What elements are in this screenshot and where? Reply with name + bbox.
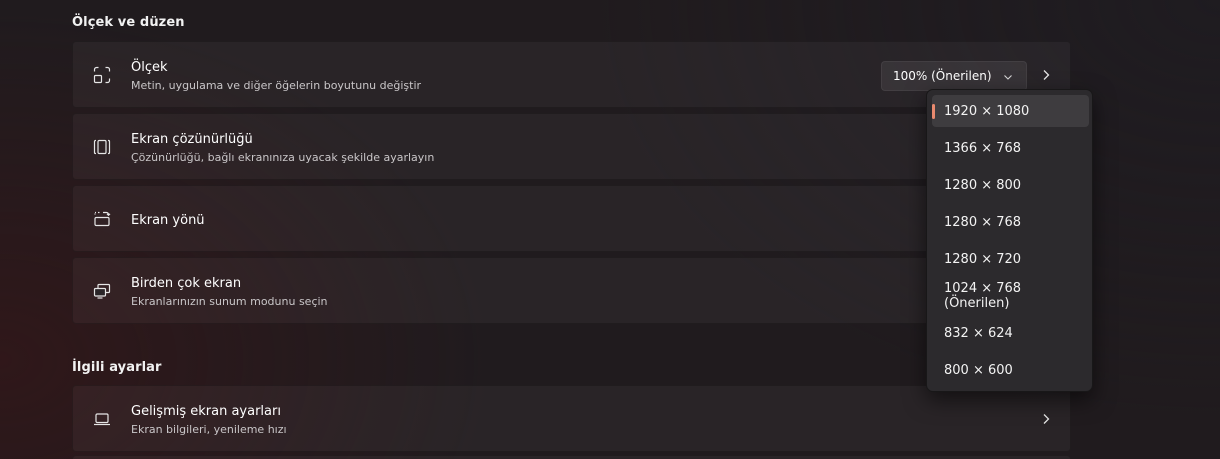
advanced-display-card[interactable]: Gelişmiş ekran ayarları Ekran bilgileri,… <box>72 385 1071 452</box>
scale-dropdown-value: 100% (Önerilen) <box>893 69 992 83</box>
resolution-option-5[interactable]: 1280 × 720 <box>932 243 1089 275</box>
orientation-icon <box>92 209 112 229</box>
multiple-displays-card[interactable]: Birden çok ekran Ekranlarınızın sunum mo… <box>72 257 1071 324</box>
chevron-right-icon[interactable] <box>1040 413 1052 425</box>
resolution-option-6[interactable]: 1024 × 768 (Önerilen) <box>932 280 1089 312</box>
resolution-option-label: 1280 × 720 <box>944 251 1022 267</box>
resolution-option-label: 1280 × 800 <box>944 177 1022 193</box>
section-title-scale-layout: Ölçek ve düzen <box>72 15 185 30</box>
resolution-icon <box>92 137 112 157</box>
multiple-displays-title: Birden çok ekran <box>131 276 242 291</box>
resolution-dropdown-menu: 1920 × 1080 1366 × 768 1280 × 800 1280 ×… <box>926 89 1093 392</box>
scale-title: Ölçek <box>131 60 168 75</box>
advanced-display-subtitle: Ekran bilgileri, yenileme hızı <box>131 423 287 436</box>
scale-subtitle: Metin, uygulama ve diğer öğelerin boyutu… <box>131 79 422 92</box>
resolution-option-1[interactable]: 1920 × 1080 <box>932 95 1089 127</box>
resolution-option-label: 832 × 624 <box>944 325 1013 341</box>
resolution-option-label: 1024 × 768 (Önerilen) <box>944 281 1022 311</box>
scale-dropdown[interactable]: 100% (Önerilen) <box>881 61 1027 91</box>
next-card-partial <box>72 455 1071 459</box>
resolution-option-3[interactable]: 1280 × 800 <box>932 169 1089 201</box>
orientation-card[interactable]: Ekran yönü <box>72 185 1071 252</box>
advanced-display-title: Gelişmiş ekran ayarları <box>131 404 281 419</box>
resolution-option-2[interactable]: 1366 × 768 <box>932 132 1089 164</box>
selection-indicator <box>932 104 935 119</box>
resolution-subtitle: Çözünürlüğü, bağlı ekranınıza uyacak şek… <box>131 151 435 164</box>
resolution-option-label: 800 × 600 <box>944 362 1013 378</box>
resolution-option-8[interactable]: 800 × 600 <box>932 354 1089 386</box>
section-title-related: İlgili ayarlar <box>72 360 162 375</box>
resolution-option-7[interactable]: 832 × 624 <box>932 317 1089 349</box>
multiple-displays-icon <box>92 281 112 301</box>
scale-card[interactable]: Ölçek Metin, uygulama ve diğer öğelerin … <box>72 41 1071 108</box>
chevron-right-icon[interactable] <box>1040 69 1052 81</box>
laptop-icon <box>92 409 112 429</box>
orientation-title: Ekran yönü <box>131 213 205 228</box>
resolution-option-label: 1920 × 1080 <box>944 103 1030 119</box>
resolution-option-label: 1366 × 768 <box>944 140 1022 156</box>
resolution-title: Ekran çözünürlüğü <box>131 132 253 147</box>
resolution-option-4[interactable]: 1280 × 768 <box>932 206 1089 238</box>
chevron-down-icon <box>1004 75 1012 80</box>
scale-icon <box>92 65 112 85</box>
multiple-displays-subtitle: Ekranlarınızın sunum modunu seçin <box>131 295 328 308</box>
resolution-option-label: 1280 × 768 <box>944 214 1022 230</box>
resolution-card[interactable]: Ekran çözünürlüğü Çözünürlüğü, bağlı ekr… <box>72 113 1071 180</box>
